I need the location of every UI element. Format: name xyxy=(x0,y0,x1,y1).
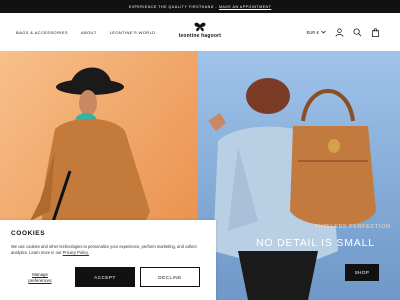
announcement-bar: EXPERIENCE THE QUALITY FIRSTHAND - MAKE … xyxy=(0,0,400,13)
nav-item-about[interactable]: ABOUT xyxy=(81,30,97,35)
nav-item-world[interactable]: LEONTINE'S WORLD xyxy=(110,30,156,35)
search-icon[interactable] xyxy=(352,27,362,37)
cookie-banner: COOKIES We use cookies and other technol… xyxy=(0,220,216,300)
butterfly-logo-icon xyxy=(194,22,206,32)
shop-button[interactable]: SHOP xyxy=(345,264,379,281)
cookie-description: We use cookies and other technologies to… xyxy=(11,244,206,256)
nav-item-bags[interactable]: BAGS & ACCESSORIES xyxy=(16,30,68,35)
accept-button[interactable]: ACCEPT xyxy=(75,267,135,287)
announcement-text: EXPERIENCE THE QUALITY FIRSTHAND - xyxy=(128,4,218,9)
appointment-link[interactable]: MAKE AN APPOINTMENT xyxy=(219,5,271,9)
site-header: BAGS & ACCESSORIES ABOUT LEONTINE'S WORL… xyxy=(0,13,400,51)
cookie-title: COOKIES xyxy=(11,230,46,237)
header-actions: EUR € xyxy=(306,27,380,37)
decline-button[interactable]: DECLINE xyxy=(140,267,200,287)
manage-line-2: preferences xyxy=(28,278,52,283)
brand-logo[interactable]: leontine hagoort xyxy=(172,22,228,39)
bag-icon[interactable] xyxy=(370,27,380,37)
currency-selector[interactable]: EUR € xyxy=(306,30,326,35)
main-nav: BAGS & ACCESSORIES ABOUT LEONTINE'S WORL… xyxy=(16,30,156,35)
hero-headline: NO DETAIL IS SMALL xyxy=(256,237,375,249)
currency-label: EUR € xyxy=(306,29,319,35)
manage-preferences-link[interactable]: Manage preferences xyxy=(17,272,63,284)
privacy-policy-link[interactable]: Privacy Policy. xyxy=(63,250,89,255)
hero-tagline: TIMELESS PERFECTION xyxy=(315,224,391,230)
logo-text: leontine hagoort xyxy=(178,33,222,39)
chevron-down-icon xyxy=(321,30,326,34)
cookie-text: We use cookies and other technologies to… xyxy=(11,244,197,255)
hero-image-bag xyxy=(198,51,400,300)
account-icon[interactable] xyxy=(334,27,344,37)
